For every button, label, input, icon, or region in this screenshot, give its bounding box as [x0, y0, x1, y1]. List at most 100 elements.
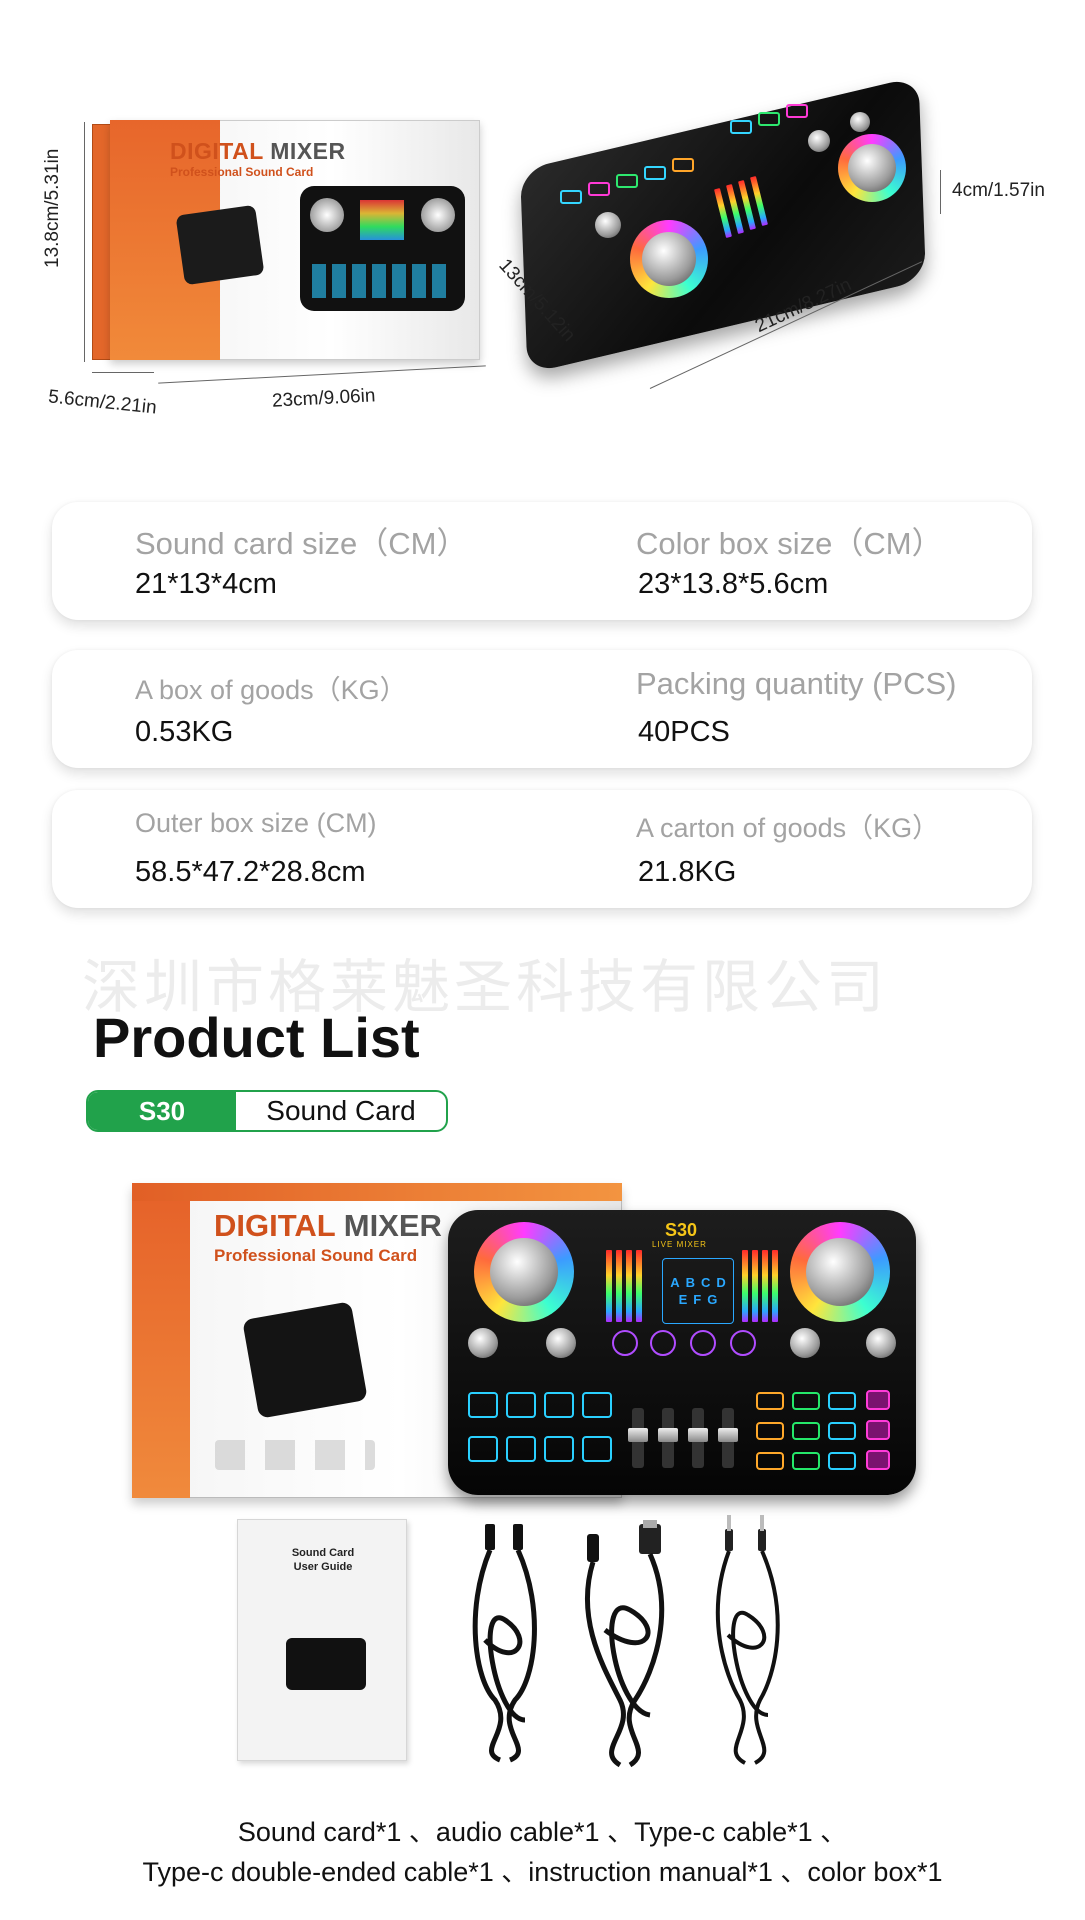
sound-effect-pad [756, 1452, 784, 1470]
mixer-angled-pad [560, 190, 582, 204]
spec-value: 21.8KG [638, 856, 737, 888]
vu-meter-bar [742, 1250, 748, 1322]
mixer-angled-knob [808, 130, 830, 152]
package-contents-line1: Sound card*1 、audio cable*1 、Type-c cabl… [237, 1817, 848, 1847]
spec-label: Sound card size（CM） [135, 526, 468, 561]
spec-value: 0.53KG [135, 716, 234, 748]
color-box-title: DIGITAL MIXER [214, 1208, 442, 1243]
dim-box-depth: 5.6cm/2.21in [47, 386, 158, 419]
voice-effect-pad [582, 1436, 612, 1462]
screen-letter: F [693, 1292, 702, 1307]
mixer-angled-pad [786, 104, 808, 118]
vu-meter-bar [772, 1250, 778, 1322]
treble-fader [688, 1408, 708, 1468]
product-tag: S30 Sound Card [86, 1090, 448, 1132]
sound-effect-pad [866, 1420, 890, 1440]
mixer-angled-pad [644, 166, 666, 180]
box-title: DIGITAL MIXER [170, 138, 346, 164]
spec-card-3: Outer box size (CM) 58.5*47.2*28.8cm A c… [52, 790, 1032, 908]
vu-meter-bar [606, 1250, 612, 1322]
box-side-panel [92, 124, 112, 360]
effect-knob [866, 1328, 896, 1358]
spec-value: 23*13.8*5.6cm [638, 568, 829, 600]
voice-effect-pad [582, 1392, 612, 1418]
spec-value: 40PCS [638, 716, 730, 748]
voice-effect-pad [506, 1436, 536, 1462]
product-model-badge: S30 [88, 1092, 236, 1130]
aux-cable-image [715, 1515, 780, 1765]
mixer-angled-knob [595, 212, 621, 238]
dim-box-height: 13.8cm/5.31in [42, 148, 63, 268]
spec-value: 21*13*4cm [135, 568, 277, 600]
timbre-knob [468, 1328, 498, 1358]
loopback-button [730, 1330, 756, 1356]
spec-label: Outer box size (CM) [135, 808, 377, 838]
spec-card-2: A box of goods（KG） 0.53KG Packing quanti… [52, 650, 1032, 768]
product-name: Sound Card [266, 1095, 416, 1126]
dim-line-width [158, 365, 486, 384]
mixer-angled-pad [616, 174, 638, 188]
manual-mixer-picture [286, 1638, 366, 1690]
package-contents-line2: Type-c double-ended cable*1 、instruction… [142, 1857, 943, 1887]
box-printed-mixer-small [175, 204, 265, 286]
sound-effect-pad [828, 1392, 856, 1410]
sound-effect-pad [828, 1422, 856, 1440]
vu-meter-bar [616, 1250, 622, 1322]
manual-title: Sound Card User Guide [291, 1547, 355, 1574]
audio-cable-image [472, 1524, 537, 1763]
autotune-button [650, 1330, 676, 1356]
mixer-angled-knob-right [848, 144, 896, 192]
mixer-angled-pad [758, 112, 780, 126]
spec-label: Color box size（CM） [636, 526, 943, 561]
spec-label: Packing quantity (PCS) [636, 666, 957, 701]
sound-effect-pad [792, 1452, 820, 1470]
line-in-knob [790, 1328, 820, 1358]
mixer-angled-knob [850, 112, 870, 132]
color-box-subtitle: Professional Sound Card [214, 1246, 418, 1265]
screen-letter: E [678, 1292, 688, 1307]
sound-effect-pad [756, 1392, 784, 1410]
color-box-orange-side [132, 1201, 190, 1498]
spec-label: A carton of goods（KG） [636, 813, 940, 843]
spec-card-1: Sound card size（CM） 21*13*4cm Color box … [52, 502, 1032, 620]
voice-effect-pad [468, 1436, 498, 1462]
voice-effect-pad [468, 1392, 498, 1418]
vu-meter-bar [626, 1250, 632, 1322]
mic-vol-fader [718, 1408, 738, 1468]
screen-letter: A [670, 1275, 680, 1290]
dim-line-card-height [940, 170, 941, 214]
type-c-cable-image [584, 1520, 665, 1768]
sound-effect-pad [792, 1422, 820, 1440]
mixer-model-label: S30 [665, 1220, 698, 1240]
color-box-top-edge [132, 1183, 622, 1201]
box-printed-mixer [300, 186, 465, 311]
instruction-manual-image: Sound Card User Guide [237, 1519, 407, 1761]
48v-button [690, 1330, 716, 1356]
vu-meter-bar [636, 1250, 642, 1322]
bt-button [612, 1330, 638, 1356]
spec-value: 58.5*47.2*28.8cm [135, 856, 366, 888]
dim-card-height: 4cm/1.57in [952, 180, 1045, 201]
mid-fader [658, 1408, 678, 1468]
sound-effect-pad [756, 1422, 784, 1440]
sound-effect-pad [866, 1450, 890, 1470]
vu-meter-bar [762, 1250, 768, 1322]
mixer-jog-knob-right [806, 1238, 874, 1306]
sound-effect-pad [792, 1392, 820, 1410]
box-subtitle: Professional Sound Card [170, 165, 314, 179]
voice-effect-pad [544, 1436, 574, 1462]
color-box-feature-icons [215, 1440, 375, 1470]
pitch-knob [546, 1328, 576, 1358]
key-display-screen: A B C D E F G [662, 1258, 734, 1324]
mixer-angled-pad [588, 182, 610, 196]
sound-effect-pad [828, 1452, 856, 1470]
dim-line-depth [92, 372, 154, 373]
product-list-title: Product List [93, 1006, 420, 1069]
mixer-angled-pad [672, 158, 694, 172]
vu-meter-bar [752, 1250, 758, 1322]
screen-letter: B [685, 1275, 695, 1290]
screen-letter: G [707, 1292, 718, 1307]
screen-letter: C [701, 1275, 711, 1290]
sound-effect-pad [866, 1390, 890, 1410]
mixer-angled-knob-left [642, 232, 696, 286]
